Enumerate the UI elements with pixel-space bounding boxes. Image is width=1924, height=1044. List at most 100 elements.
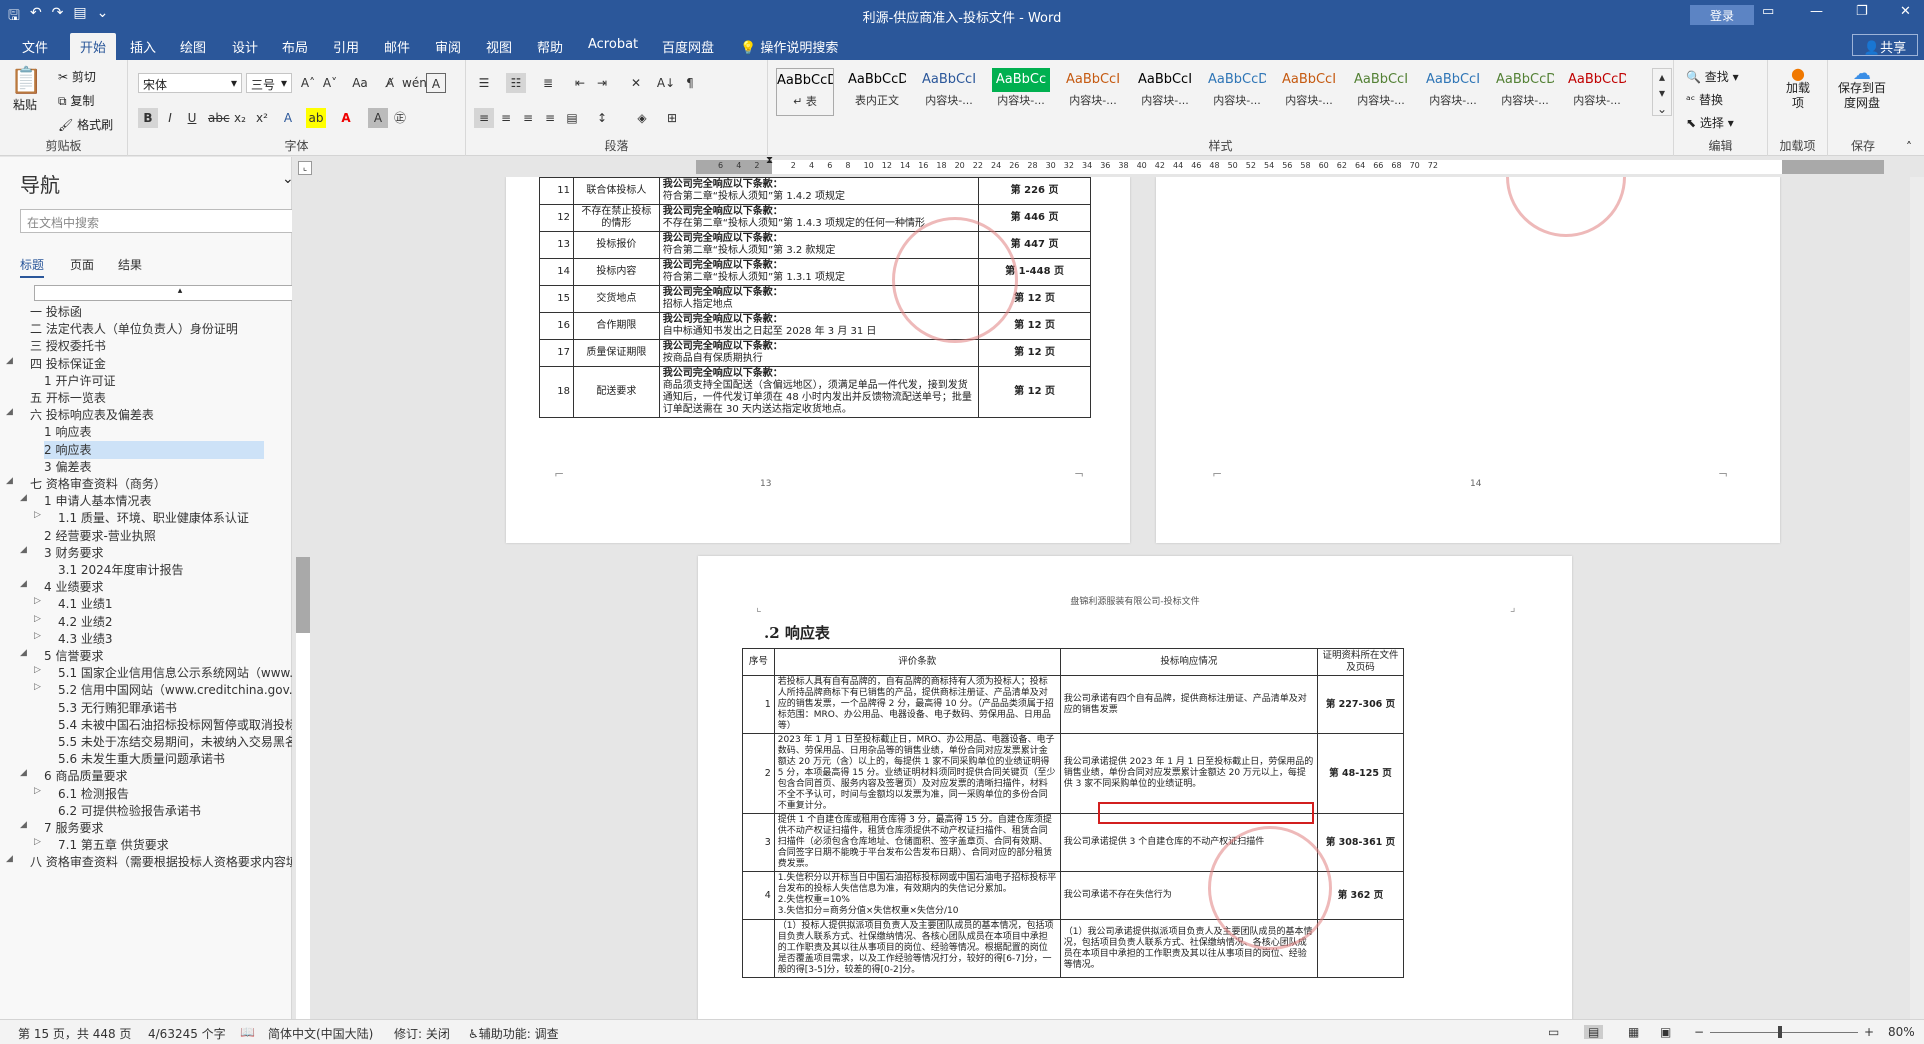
font-name-select[interactable]: 宋体 ▾ [138, 73, 242, 93]
minimize-icon[interactable]: — [1810, 4, 1823, 19]
collapse-arrow-icon[interactable]: ◢ [6, 476, 13, 486]
collapse-arrow-icon[interactable]: ◢ [20, 493, 27, 503]
zoom-slider-thumb[interactable] [1778, 1026, 1782, 1038]
style-6[interactable]: AaBbCcD 内容块-... [1208, 68, 1266, 116]
grow-font-icon[interactable]: A˄ [298, 73, 318, 93]
highlight-icon[interactable]: ab [306, 108, 326, 128]
section-heading[interactable]: .2 响应表 [764, 622, 830, 643]
strikethrough-icon[interactable]: abc [208, 108, 230, 128]
nav-scroll-up-button[interactable]: ▴ [34, 285, 326, 301]
tab-design[interactable]: 设计 [232, 37, 258, 56]
nav-heading-item[interactable]: 5.2 信用中国网站（www.creditchina.gov.cn) [58, 681, 318, 699]
zoom-out-icon[interactable]: − [1694, 1025, 1704, 1039]
find-button[interactable]: 🔍 查找 ▾ [1686, 68, 1739, 85]
enclose-char-icon[interactable]: ㊣ [390, 108, 410, 128]
nav-heading-item[interactable]: 5 信誉要求 [44, 647, 304, 665]
nav-heading-item[interactable]: 5.3 无行贿犯罪承诺书 [58, 699, 318, 717]
close-window-icon[interactable]: ✕ [1900, 4, 1911, 19]
character-border-icon[interactable]: A [426, 73, 446, 93]
style-5[interactable]: AaBbCcI 内容块-... [1136, 68, 1194, 116]
zoom-in-icon[interactable]: + [1864, 1025, 1874, 1039]
shading-icon[interactable]: ◈ [632, 108, 652, 128]
nav-heading-item[interactable]: 七 资格审查资料（商务） [30, 475, 290, 493]
nav-heading-item[interactable]: 五 开标一览表 [30, 389, 290, 407]
save-to-netdisk-button[interactable]: ☁ 保存到百度网盘 [1834, 65, 1890, 111]
format-painter-button[interactable]: 🖌 格式刷 [58, 116, 113, 133]
subscript-icon[interactable]: x₂ [230, 108, 250, 128]
styles-more-icon[interactable]: ▴ ▾ ⌄ [1652, 68, 1672, 116]
decrease-indent-icon[interactable]: ⇤ [570, 73, 590, 93]
style-7[interactable]: AaBbCcI 内容块-... [1280, 68, 1338, 116]
collapse-arrow-icon[interactable]: ◢ [6, 356, 13, 366]
nav-heading-item[interactable]: 5.1 国家企业信用信息公示系统网站（www.g... [58, 664, 318, 682]
language[interactable]: 简体中文(中国大陆) [268, 1025, 373, 1042]
ribbon-display-icon[interactable]: ▭ [1762, 4, 1774, 19]
borders-icon[interactable]: ⊞ [662, 108, 682, 128]
chinese-layout-icon[interactable]: ✕ [626, 73, 646, 93]
collapse-arrow-icon[interactable]: ◢ [20, 579, 27, 589]
indent-marker-icon[interactable]: ⧗ [766, 155, 773, 166]
tab-layout[interactable]: 布局 [282, 37, 308, 56]
expand-arrow-icon[interactable]: ▷ [34, 596, 41, 606]
tab-draw[interactable]: 绘图 [180, 37, 206, 56]
nav-tab-pages[interactable]: 页面 [70, 256, 94, 273]
style-10[interactable]: AaBbCcDd 内容块-... [1496, 68, 1554, 116]
collapse-ribbon-icon[interactable]: ˄ [1906, 140, 1912, 154]
collapse-arrow-icon[interactable]: ◢ [20, 545, 27, 555]
tell-me-search[interactable]: 💡 操作说明搜索 [740, 37, 838, 56]
nav-tab-results[interactable]: 结果 [118, 256, 142, 273]
nav-heading-item[interactable]: 3.1 2024年度审计报告 [58, 561, 318, 579]
tab-home[interactable]: 开始 [70, 33, 117, 60]
collapse-arrow-icon[interactable]: ◢ [20, 820, 27, 830]
superscript-icon[interactable]: x² [252, 108, 272, 128]
underline-icon[interactable]: U [182, 108, 202, 128]
print-layout-icon[interactable]: ▤ [1584, 1025, 1604, 1039]
char-shading-icon[interactable]: A [368, 108, 388, 128]
bold-icon[interactable]: B [138, 108, 158, 128]
tab-selector-icon[interactable]: ⌞ [298, 161, 312, 175]
expand-arrow-icon[interactable]: ▷ [34, 837, 41, 847]
nav-heading-item[interactable]: 4 业绩要求 [44, 578, 304, 596]
collapse-arrow-icon[interactable]: ◢ [6, 407, 13, 417]
style-9[interactable]: AaBbCcI 内容块-... [1424, 68, 1482, 116]
style-11[interactable]: AaBbCcDi 内容块-... [1568, 68, 1626, 116]
tab-insert[interactable]: 插入 [130, 37, 156, 56]
tab-references[interactable]: 引用 [333, 37, 359, 56]
read-mode-icon[interactable]: ▦ [1628, 1025, 1639, 1039]
tab-review[interactable]: 审阅 [435, 37, 461, 56]
text-effects-icon[interactable]: A [278, 108, 298, 128]
tab-help[interactable]: 帮助 [537, 37, 563, 56]
nav-heading-item[interactable]: 1 开户许可证 [44, 372, 304, 390]
line-spacing-icon[interactable]: ↕ [592, 108, 612, 128]
increase-indent-icon[interactable]: ⇥ [592, 73, 612, 93]
align-center-icon[interactable]: ≡ [496, 108, 516, 128]
tab-view[interactable]: 视图 [486, 37, 512, 56]
expand-arrow-icon[interactable]: ▷ [34, 631, 41, 641]
nav-heading-item[interactable]: 6 商品质量要求 [44, 767, 304, 785]
paste-button[interactable]: 📋 粘贴 [10, 66, 42, 113]
style-4[interactable]: AaBbCcI 内容块-... [1064, 68, 1122, 116]
nav-heading-item[interactable]: 2 响应表 [44, 440, 264, 459]
login-button[interactable]: 登录 [1690, 5, 1754, 25]
nav-heading-item[interactable]: 二 法定代表人（单位负责人）身份证明 [30, 320, 290, 338]
multilevel-list-icon[interactable]: ≣ [538, 73, 558, 93]
shrink-font-icon[interactable]: A˅ [320, 73, 340, 93]
nav-heading-item[interactable]: 1.1 质量、环境、职业健康体系认证 [58, 509, 318, 527]
addins-button[interactable]: ● 加载项 [1782, 66, 1814, 111]
expand-arrow-icon[interactable]: ▷ [34, 786, 41, 796]
bullets-icon[interactable]: ☰ [474, 73, 494, 93]
change-case-icon[interactable]: Aa [350, 73, 370, 93]
expand-arrow-icon[interactable]: ▷ [34, 614, 41, 624]
nav-heading-item[interactable]: 6.2 可提供检验报告承诺书 [58, 802, 318, 820]
align-left-icon[interactable]: ≡ [474, 108, 494, 128]
tab-baidu-netdisk[interactable]: 百度网盘 [662, 37, 714, 56]
restore-icon[interactable]: ❐ [1856, 4, 1868, 19]
expand-arrow-icon[interactable]: ▷ [34, 665, 41, 675]
nav-heading-item[interactable]: 3 偏差表 [44, 458, 304, 476]
tab-acrobat[interactable]: Acrobat [588, 37, 638, 52]
track-changes-status[interactable]: 修订: 关闭 [394, 1025, 450, 1042]
nav-heading-item[interactable]: 1 申请人基本情况表 [44, 492, 304, 510]
nav-heading-item[interactable]: 三 授权委托书 [30, 337, 290, 355]
select-button[interactable]: ⬉ 选择 ▾ [1686, 114, 1734, 131]
copy-button[interactable]: ⧉ 复制 [58, 92, 94, 109]
